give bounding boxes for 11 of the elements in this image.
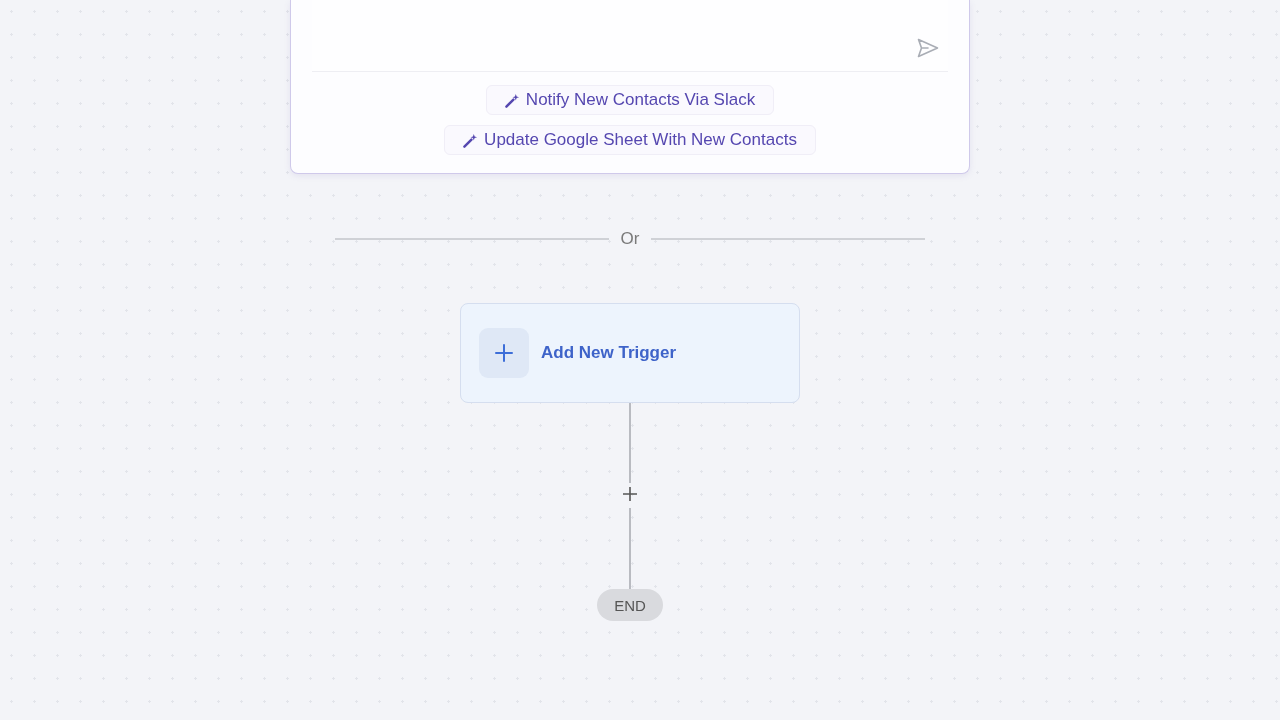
send-button[interactable] bbox=[917, 38, 939, 58]
plus-icon bbox=[479, 328, 529, 378]
divider-label: Or bbox=[620, 229, 640, 249]
plus-icon[interactable] bbox=[622, 486, 638, 502]
end-node: END bbox=[597, 589, 663, 621]
suggestion-chip[interactable]: Update Google Sheet With New Contacts bbox=[444, 125, 816, 155]
magic-wand-icon bbox=[504, 92, 520, 108]
add-trigger-card[interactable]: Add New Trigger bbox=[460, 303, 800, 403]
magic-wand-icon bbox=[463, 132, 479, 148]
send-icon bbox=[917, 38, 939, 58]
suggestion-chip[interactable]: Notify New Contacts Via Slack bbox=[485, 85, 775, 115]
